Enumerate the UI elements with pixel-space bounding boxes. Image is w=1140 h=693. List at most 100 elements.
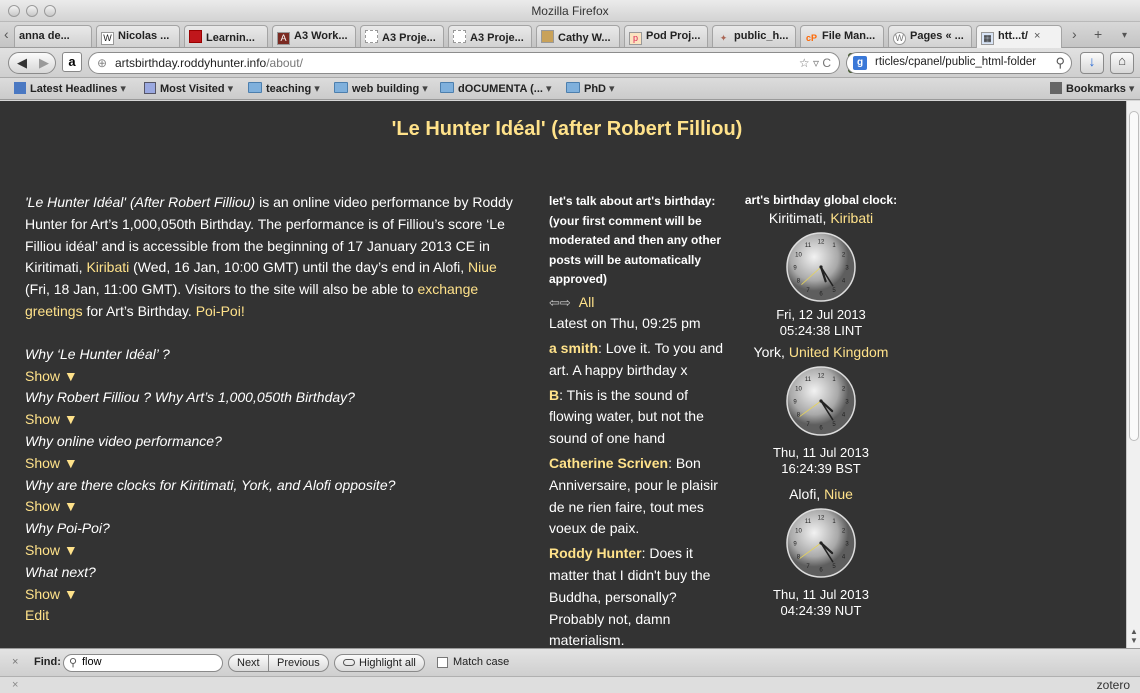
amazon-icon[interactable]: a [62,52,82,72]
clock-numeral: 11 [805,519,812,525]
find-label: Find: [34,656,61,668]
tab[interactable]: Learnin... [184,25,268,47]
clock-column: art's birthday global clock: Kiritimati,… [732,192,910,619]
google-icon[interactable]: g [853,56,867,70]
faq-show-toggle[interactable]: Show ▼ [25,366,523,388]
match-case-checkbox[interactable] [437,657,448,668]
back-icon[interactable]: ◀ [17,55,27,71]
forward-icon[interactable]: ▶ [39,55,49,71]
clock-numeral: 12 [818,240,825,246]
tab-label: Nicolas ... [118,30,170,42]
bookmarks-menu-button[interactable]: Bookmarks ▾ [1050,82,1134,95]
tab[interactable]: cP File Man... [800,25,884,47]
search-bar[interactable]: g rticles/cpanel/public_html-folder ⚲ [846,52,1072,74]
tab[interactable]: Cathy W... [536,25,620,47]
faq-show-toggle[interactable]: Show ▼ [25,584,523,606]
home-icon[interactable]: ⌂ [1110,52,1134,74]
list-tabs-icon[interactable]: ▾ [1122,30,1127,41]
tab-scroll-right-icon[interactable]: › [1072,26,1077,42]
site-icon [541,30,554,43]
find-previous-button[interactable]: Previous [268,654,329,672]
star-folder-icon [144,82,156,94]
new-tab-icon[interactable]: + [1094,26,1102,42]
scrollbar-thumb[interactable] [1129,111,1139,441]
tab-scroll-left-icon[interactable]: ‹ [4,26,9,42]
clock-numeral: 10 [795,253,802,259]
comment-author[interactable]: a smith [549,340,598,356]
tab[interactable]: A A3 Work... [272,25,356,47]
prev-next-arrows-icon[interactable]: ⇦⇨ [549,295,571,310]
highlight-icon [343,659,355,666]
cpanel-icon: cP [805,33,817,43]
clock-place: Alofi, Niue [732,485,910,503]
faq-show-toggle[interactable]: Show ▼ [25,496,523,518]
faq-question: Why online video performance? [25,432,222,449]
tab[interactable]: A3 Proje... [360,25,444,47]
clock-date: Thu, 11 Jul 2013 [773,587,869,602]
faq-show-toggle[interactable]: Show ▼ [25,540,523,562]
clock-country-link[interactable]: Niue [824,486,853,502]
comments-all-link[interactable]: All [579,294,595,310]
find-next-button[interactable]: Next [228,654,269,672]
comment-author[interactable]: B [549,387,559,403]
analog-clock: 1 2 3 4 5 6 7 8 9 10 11 12 [785,507,857,579]
bookmark-folder-phd[interactable]: PhD ▾ [566,82,615,95]
close-find-bar-icon[interactable]: × [12,656,18,668]
comment-author[interactable]: Roddy Hunter [549,545,642,561]
tab[interactable]: anna de... [14,25,92,47]
clock-numeral: 11 [805,243,812,249]
clock-date: Fri, 12 Jul 2013 [776,307,866,322]
tab-label: File Man... [822,30,876,42]
tab[interactable]: W Pages « ... [888,25,972,47]
bookmark-folder-web-building[interactable]: web building ▾ [334,82,428,95]
tab[interactable]: A3 Proje... [448,25,532,47]
bookmark-folder-teaching[interactable]: teaching ▾ [248,82,320,95]
clock-place: Kiritimati, Kiribati [732,209,910,227]
bookmark-folder-documenta[interactable]: dOCUMENTA (... ▾ [440,82,551,95]
tab[interactable]: ✦ public_h... [712,25,796,47]
page-title: 'Le Hunter Idéal' (after Robert Filliou) [391,118,743,140]
faq-list: Why ‘Le Hunter Idéal’ ? Show ▼ Why Rober… [25,344,523,627]
faq-show-toggle[interactable]: Show ▼ [25,453,523,475]
link-niue[interactable]: Niue [468,259,497,275]
navigation-toolbar: ◀ ▶ a ⊕ artsbirthday.roddyhunter.info/ab… [0,48,1140,78]
edit-link[interactable]: Edit [25,605,523,627]
link-poi-poi[interactable]: Poi-Poi! [196,303,245,319]
clock-country-link[interactable]: United Kingdom [789,344,889,360]
comments-heading: let's talk about art's birthday: (your f… [549,194,722,286]
tab-label: public_h... [734,30,789,42]
zotero-button[interactable]: zotero [1097,678,1130,692]
grid-icon: ▦ [981,32,994,45]
find-input[interactable]: ⚲ flow [63,654,223,672]
comment-author[interactable]: Catherine Scriven [549,455,668,471]
comments-nav: ⇦⇨ All [549,292,729,314]
comments-latest: Latest on Thu, 09:25 pm [549,315,701,332]
bookmark-label: PhD [584,83,606,95]
bookmark-latest-headlines[interactable]: Latest Headlines ▾ [14,82,126,95]
close-tab-icon[interactable]: × [1034,30,1040,42]
tab-label: A3 Proje... [470,32,524,44]
site-identity-icon[interactable]: ⊕ [97,56,107,70]
faq-question: Why ‘Le Hunter Idéal’ ? [25,345,170,362]
link-kiribati[interactable]: Kiribati [86,259,129,275]
highlight-all-button[interactable]: Highlight all [334,654,425,672]
tab-label: htt...t/ [998,30,1028,42]
scroll-arrows-icon[interactable]: ▲ ▼ [1130,627,1138,645]
search-icon[interactable]: ⚲ [1055,55,1065,71]
tab[interactable]: W Nicolas ... [96,25,180,47]
clock-country-link[interactable]: Kiribati [830,210,873,226]
status-bar: × zotero [0,676,1140,693]
clock-numeral: 10 [795,529,802,535]
clock-heading: art's birthday global clock: [744,193,898,207]
tab-active[interactable]: ▦ htt...t/ × [976,25,1062,48]
url-path: /about/ [266,56,303,70]
vertical-scrollbar[interactable]: ▲ ▼ [1126,101,1140,648]
faq-show-toggle[interactable]: Show ▼ [25,409,523,431]
clock-time: 04:24:39 NUT [780,603,862,618]
close-addon-bar-icon[interactable]: × [12,679,18,691]
url-bar[interactable]: ⊕ artsbirthday.roddyhunter.info/about/ ☆… [88,52,840,74]
bookmark-most-visited[interactable]: Most Visited ▾ [144,82,233,95]
tab[interactable]: p Pod Proj... [624,25,708,47]
download-icon[interactable]: ↓ [1080,52,1104,74]
star-dropdown-reload-icons[interactable]: ☆ ▿ C [799,56,831,70]
